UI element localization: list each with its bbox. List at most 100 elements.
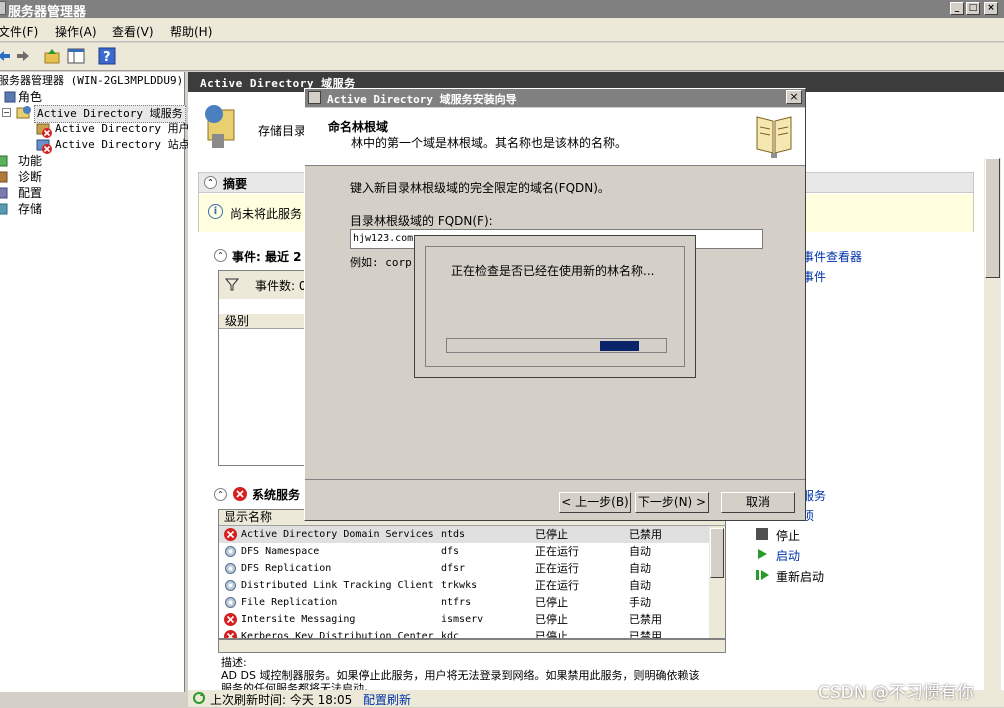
progress-bar — [446, 338, 667, 353]
stop-action[interactable]: 停止 — [776, 527, 800, 544]
ad-sites-error-icon — [36, 138, 52, 154]
toolbar: ? — [0, 43, 1004, 71]
gear-icon — [223, 578, 238, 593]
config-refresh-link[interactable]: 配置刷新 — [363, 691, 411, 708]
service-startup: 已禁用 — [629, 613, 662, 626]
service-row[interactable]: Kerberos Key Distribution Center kdc 已停止 已禁… — [219, 628, 717, 639]
menu-bar: 文件(F) 操作(A) 查看(V) 帮助(H) — [0, 18, 1004, 42]
config-icon — [0, 187, 8, 199]
service-status: 正在运行 — [535, 579, 579, 592]
restart-action[interactable]: 重新启动 — [776, 568, 824, 585]
progress-dialog: 正在检查是否已经在使用新的林名称... — [414, 235, 696, 378]
collapse-up-icon[interactable]: ⌃ — [204, 176, 217, 189]
events-title: 事件: 最近 2 — [232, 250, 302, 264]
last-refresh-text: 上次刷新时间: 今天 18:05 — [210, 693, 353, 707]
roles-icon — [4, 91, 16, 103]
back-arrow-icon[interactable] — [0, 48, 12, 64]
cancel-button[interactable]: 取消 — [721, 492, 795, 513]
progress-bar-fill — [600, 341, 639, 351]
service-row[interactable]: DFS Replication dfsr 正在运行 自动 — [219, 560, 717, 577]
tree-diagnostics-label: 诊断 — [18, 170, 43, 184]
services-hscroll[interactable] — [218, 639, 726, 653]
service-row[interactable]: Active Directory Domain Services ntds 已停止 已… — [219, 526, 717, 543]
service-id: dfs — [441, 546, 460, 557]
main-vscroll-thumb[interactable] — [985, 158, 1000, 278]
service-row[interactable]: DFS Namespace dfs 正在运行 自动 — [219, 543, 717, 560]
service-name: Kerberos Key Distribution Center — [241, 631, 434, 639]
service-startup: 手动 — [629, 596, 651, 609]
service-name: DFS Replication — [241, 563, 332, 574]
back-button[interactable]: < 上一步(B) — [559, 492, 631, 513]
service-row[interactable]: Distributed Link Tracking Client trkwks 正在… — [219, 577, 717, 594]
service-status: 已停止 — [535, 528, 568, 541]
svg-text:?: ? — [103, 50, 111, 65]
app-icon — [0, 1, 6, 15]
features-icon — [0, 155, 8, 167]
services-error-icon — [232, 486, 248, 502]
next-button[interactable]: 下一步(N) > — [635, 492, 709, 513]
level-column-header[interactable]: 级别 — [219, 314, 307, 329]
error-icon — [223, 527, 238, 542]
services-collapse-icon[interactable]: ⌃ — [214, 488, 227, 501]
service-id: kdc — [441, 631, 460, 639]
service-name: File Replication — [241, 597, 338, 608]
progress-message: 正在检查是否已经在使用新的林名称... — [451, 264, 655, 278]
help-icon[interactable]: ? — [98, 47, 116, 65]
wizard-divider — [305, 479, 805, 480]
wizard-close-button[interactable]: × — [786, 90, 802, 104]
events-count: 事件数: 0 — [255, 279, 307, 293]
summary-info-text: 尚未将此服务 — [230, 207, 303, 221]
service-row[interactable]: Intersite Messaging ismserv 已停止 已禁用 — [219, 611, 717, 628]
forward-arrow-icon[interactable] — [15, 48, 31, 64]
role-description: 存储目录 — [258, 124, 307, 138]
service-status: 正在运行 — [535, 545, 579, 558]
service-startup: 自动 — [629, 545, 651, 558]
service-id: dfsr — [441, 563, 466, 574]
menu-file[interactable]: 文件(F) — [0, 23, 38, 40]
menu-view[interactable]: 查看(V) — [112, 23, 154, 40]
maximize-button[interactable]: □ — [966, 2, 980, 15]
main-vscroll[interactable] — [984, 158, 1001, 692]
summary-title: 摘要 — [223, 177, 248, 191]
close-button[interactable]: × — [984, 2, 998, 15]
error-icon — [223, 612, 238, 627]
collapse-toggle-icon[interactable]: − — [2, 108, 11, 117]
events-collapse-icon[interactable]: ⌃ — [214, 249, 227, 262]
menu-help[interactable]: 帮助(H) — [170, 23, 212, 40]
book-icon — [755, 113, 793, 159]
wizard-instruction: 键入新目录林根级域的完全限定的域名(FQDN)。 — [350, 181, 610, 195]
service-row[interactable]: File Replication ntfrs 已停止 手动 — [219, 594, 717, 611]
filter-icon[interactable] — [225, 277, 239, 291]
services-list: 显示名称 Active Directory Domain Services ntd… — [218, 509, 726, 639]
show-hide-tree-icon[interactable] — [67, 47, 85, 65]
service-name: Intersite Messaging — [241, 614, 356, 625]
event-viewer-link[interactable]: 事件查看器 — [802, 248, 862, 265]
adds-role-icon — [202, 104, 242, 150]
start-action[interactable]: 启动 — [776, 547, 800, 564]
gear-icon — [223, 544, 238, 559]
up-folder-icon[interactable] — [43, 47, 61, 65]
service-id: ismserv — [441, 614, 484, 625]
service-status: 已停止 — [535, 596, 568, 609]
ad-domain-services-icon — [16, 105, 32, 121]
tree-features-label: 功能 — [18, 154, 43, 168]
menu-action[interactable]: 操作(A) — [55, 23, 97, 40]
services-vscroll-thumb[interactable] — [710, 528, 724, 578]
tree-ad-users-label: Active Directory 用户 — [55, 122, 190, 135]
wizard-app-icon — [308, 91, 321, 104]
restart-icon — [756, 569, 770, 581]
refresh-icon — [192, 691, 206, 705]
services-vscroll[interactable] — [709, 526, 725, 638]
fqdn-value: hjw123.com — [353, 233, 414, 244]
ad-users-error-icon — [36, 122, 52, 138]
service-startup: 已禁用 — [629, 528, 662, 541]
services-rows: Active Directory Domain Services ntds 已停止已… — [219, 526, 717, 639]
service-status: 已停止 — [535, 613, 568, 626]
tree-hscroll[interactable] — [0, 692, 185, 694]
minimize-button[interactable]: _ — [950, 2, 964, 15]
fqdn-label: 目录林根级域的 FQDN(F): — [350, 214, 493, 228]
service-startup: 自动 — [629, 562, 651, 575]
wizard-header: 命名林根域 林中的第一个域是林根域。其名称也是该林的名称。 — [305, 108, 805, 166]
wizard-title: Active Directory 域服务安装向导 — [327, 93, 517, 106]
error-icon — [223, 629, 238, 638]
